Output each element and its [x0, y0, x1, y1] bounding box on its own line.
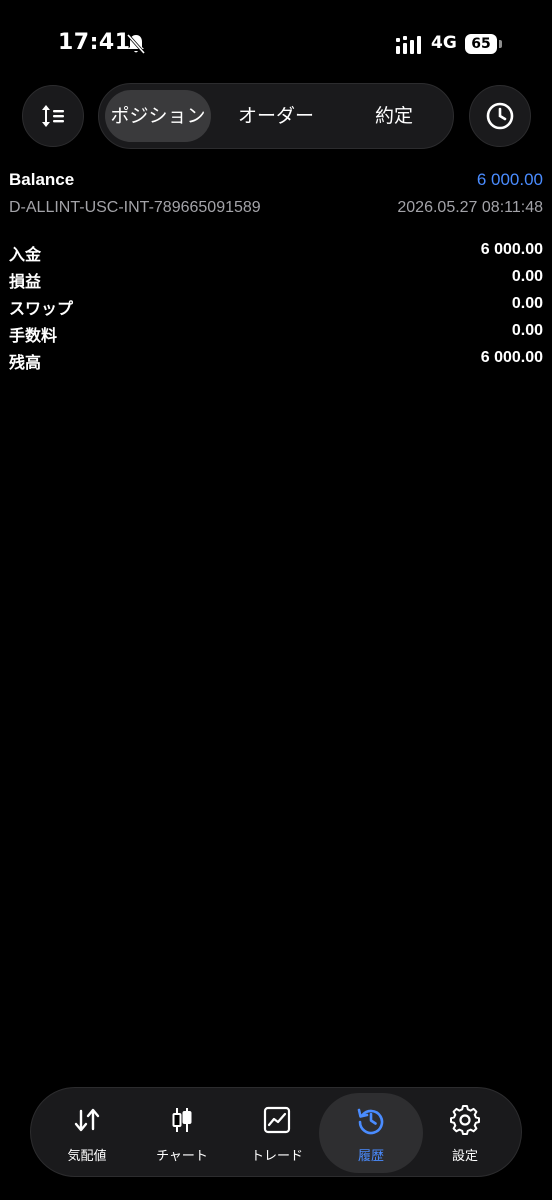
balance-title: Balance [9, 170, 75, 189]
detail-label: 損益 [9, 272, 42, 291]
nav-label: 気配値 [67, 1149, 107, 1164]
nav-label: チャート [156, 1149, 208, 1164]
balance-amount: 6 000.00 [476, 170, 543, 189]
detail-value: 0.00 [511, 295, 543, 312]
balance-datetime: 2026.05.27 08:11:48 [397, 199, 543, 216]
nav-label: 設定 [451, 1149, 478, 1164]
quotes-icon [74, 1108, 100, 1132]
detail-label: 手数料 [9, 326, 58, 345]
bell-muted-icon [126, 34, 146, 54]
detail-value: 0.00 [511, 268, 543, 285]
status-time: 17:41 [58, 30, 131, 55]
detail-value: 0.00 [511, 322, 543, 339]
detail-label: 残高 [9, 353, 42, 372]
nav-item-history[interactable]: 履歴 [319, 1093, 423, 1173]
nav-label: トレード [250, 1149, 303, 1164]
tab-positions[interactable]: ポジション [105, 90, 211, 142]
detail-row-commission: 手数料 0.00 [9, 322, 543, 348]
nav-item-quotes[interactable]: 気配値 [35, 1093, 139, 1173]
detail-row-swap: スワップ 0.00 [9, 295, 543, 321]
sort-icon [42, 105, 64, 127]
nav-item-chart[interactable]: チャート [130, 1093, 234, 1173]
battery-tip [499, 40, 502, 48]
history-period-button[interactable] [469, 85, 531, 147]
detail-label: 入金 [9, 245, 42, 264]
status-bar: 17:41 4G 65 [0, 0, 552, 90]
tab-deals[interactable]: 約定 [339, 90, 449, 142]
trade-chart-icon [263, 1106, 291, 1134]
position-segmented-control: ポジション オーダー 約定 [98, 83, 454, 149]
detail-row-balance: 残高 6 000.00 [9, 349, 543, 375]
nav-label: 履歴 [357, 1149, 384, 1164]
bottom-navigation: 気配値 チャート トレード 履歴 設定 [30, 1087, 522, 1177]
network-label: 4G [431, 33, 457, 53]
tab-orders[interactable]: オーダー [217, 90, 335, 142]
detail-row-profit: 損益 0.00 [9, 268, 543, 294]
detail-value: 6 000.00 [480, 241, 543, 258]
sort-button[interactable] [22, 85, 84, 147]
battery-indicator: 65 [465, 34, 497, 54]
detail-row-deposit: 入金 6 000.00 [9, 241, 543, 267]
nav-item-trade[interactable]: トレード [225, 1093, 329, 1173]
history-icon [357, 1108, 384, 1135]
candlestick-chart-icon [172, 1108, 192, 1132]
detail-label: スワップ [9, 299, 74, 318]
gear-icon [450, 1105, 480, 1135]
detail-value: 6 000.00 [480, 349, 543, 366]
nav-item-settings[interactable]: 設定 [413, 1093, 517, 1173]
account-id: D-ALLINT-USC-INT-789665091589 [9, 199, 261, 216]
signal-icon [396, 36, 421, 54]
clock-icon [486, 102, 514, 130]
